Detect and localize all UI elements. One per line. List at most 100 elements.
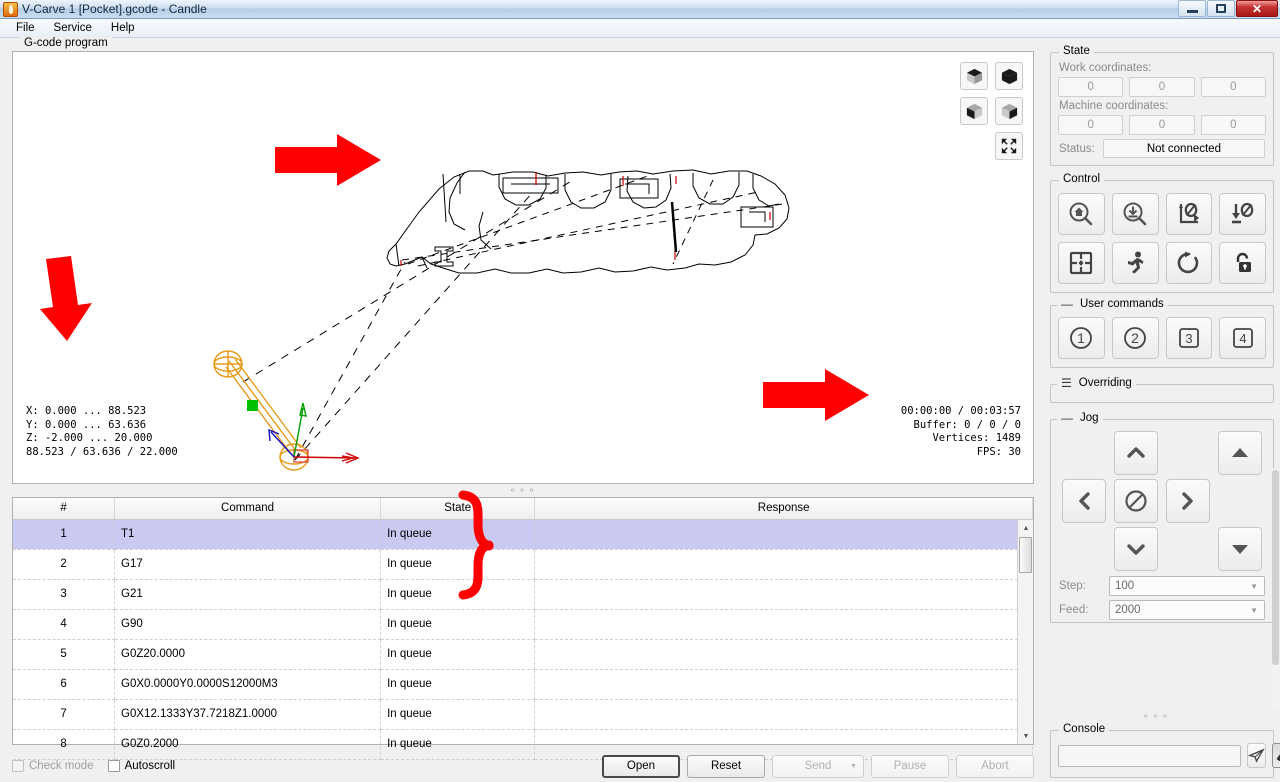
home-button[interactable] (1058, 193, 1105, 235)
jog-stop-button[interactable] (1114, 479, 1158, 523)
console-row (1051, 731, 1280, 777)
sidebar-scrollbar[interactable] (1272, 468, 1279, 713)
machine-z-field[interactable]: 0 (1200, 115, 1266, 135)
scrollbar-thumb[interactable] (1272, 470, 1279, 665)
cube-top-icon (966, 68, 982, 84)
action-buttons: Open Reset Send ▼ Pause Abort (602, 754, 1034, 778)
scrollbar-thumb[interactable] (1019, 537, 1032, 573)
column-header-response[interactable]: Response (534, 498, 1033, 520)
send-button[interactable]: Send ▼ (772, 754, 864, 778)
control-group: Control (1050, 173, 1274, 293)
collapse-icon[interactable]: — (1061, 298, 1073, 310)
reset-button-control[interactable] (1165, 242, 1213, 284)
abort-button[interactable]: Abort (956, 754, 1034, 778)
table-row[interactable]: 3 G21 In queue (13, 579, 1033, 610)
table-row[interactable]: 2 G17 In queue (13, 549, 1033, 580)
cell-state: In queue (380, 549, 536, 580)
svg-text:2: 2 (1131, 330, 1139, 346)
jog-x-minus-button[interactable] (1062, 479, 1106, 523)
zero-xy-button[interactable] (1165, 193, 1213, 235)
sidebar-splitter[interactable]: ⚬⚬⚬ (1142, 711, 1171, 722)
pause-button[interactable]: Pause (871, 754, 949, 778)
step-select[interactable]: 100 ▼ (1109, 576, 1265, 596)
minimize-button[interactable] (1178, 0, 1206, 17)
menu-file[interactable]: File (8, 20, 43, 36)
scroll-up-icon[interactable]: ▲ (1018, 520, 1034, 536)
jog-y-minus-button[interactable] (1114, 527, 1158, 571)
machine-x-field[interactable]: 0 (1058, 115, 1124, 135)
run-button[interactable] (1111, 242, 1159, 284)
feed-value: 2000 (1115, 604, 1141, 616)
probe-button[interactable] (1111, 193, 1159, 235)
close-button[interactable]: ✕ (1236, 0, 1278, 17)
unlock-button[interactable] (1219, 242, 1266, 284)
menu-help[interactable]: Help (103, 20, 143, 36)
table-row[interactable]: 4 G90 In queue (13, 609, 1033, 640)
state-group-title: State (1059, 45, 1094, 57)
jog-z-plus-button[interactable] (1218, 431, 1262, 475)
zero-z-button[interactable] (1219, 193, 1266, 235)
cell-index: 7 (13, 699, 116, 730)
table-scrollbar[interactable]: ▲ ▼ (1017, 520, 1033, 744)
feed-select[interactable]: 2000 ▼ (1109, 600, 1265, 620)
chevron-down-icon: ▼ (1250, 605, 1258, 615)
user-command-1-button[interactable]: 1 (1058, 317, 1105, 359)
jog-group: — Jog Step: 100 ▼ Feed: 2000 ▼ (1050, 412, 1274, 623)
overriding-title: Overriding (1078, 377, 1132, 389)
menu-service[interactable]: Service (46, 20, 100, 36)
home-search-icon (1069, 202, 1093, 226)
work-x-field[interactable]: 0 (1058, 77, 1124, 97)
open-button[interactable]: Open (602, 754, 680, 778)
user-commands-header[interactable]: — User commands (1057, 298, 1168, 310)
viewport-table-splitter[interactable]: ⚬⚬⚬ (12, 485, 1034, 496)
table-row[interactable]: 5 G0Z20.0000 In queue (13, 639, 1033, 670)
table-row[interactable]: 6 G0X0.0000Y0.0000S12000M3 In queue (13, 669, 1033, 700)
table-row[interactable]: 1 T1 In queue (13, 519, 1033, 550)
left-view-button[interactable] (960, 97, 988, 125)
cell-response (534, 699, 1033, 730)
feed-row: Feed: 2000 ▼ (1051, 596, 1273, 622)
xy-zero-icon (1178, 202, 1199, 224)
front-view-button[interactable] (995, 62, 1023, 90)
refresh-icon (1177, 251, 1199, 274)
user-command-4-button[interactable]: 4 (1219, 317, 1266, 359)
jog-y-plus-button[interactable] (1114, 431, 1158, 475)
column-header-state[interactable]: State (380, 498, 536, 520)
overriding-header[interactable]: ☰ Overriding (1057, 377, 1136, 389)
autoscroll-checkbox[interactable]: Autoscroll (107, 760, 175, 772)
column-header-command[interactable]: Command (114, 498, 382, 520)
column-header-index[interactable]: # (13, 498, 116, 520)
user-commands-group: — User commands 1 2 3 4 (1050, 298, 1274, 368)
cell-response (534, 579, 1033, 610)
maximize-button[interactable] (1207, 0, 1235, 17)
console-group-title: Console (1059, 723, 1110, 735)
jog-z-minus-button[interactable] (1218, 527, 1262, 571)
collapse-icon[interactable]: — (1061, 412, 1073, 424)
check-mode-checkbox[interactable]: Check mode (12, 760, 94, 772)
jog-x-plus-button[interactable] (1166, 479, 1210, 523)
no-entry-icon (1125, 490, 1147, 512)
state-group: State Work coordinates: 0 0 0 Machine co… (1050, 45, 1274, 166)
user-command-2-button[interactable]: 2 (1111, 317, 1159, 359)
jog-header[interactable]: — Jog (1057, 412, 1103, 424)
table-row[interactable]: 7 G0X12.1333Y37.7218Z1.0000 In queue (13, 699, 1033, 730)
maximize-icon (1216, 4, 1226, 13)
top-view-button[interactable] (995, 97, 1023, 125)
send-label: Send (804, 760, 832, 772)
checkbox-icon (107, 760, 120, 772)
chevron-down-icon: ▼ (850, 762, 857, 770)
work-y-field[interactable]: 0 (1129, 77, 1195, 97)
3d-viewport[interactable]: X: 0.000 ... 88.523 Y: 0.000 ... 63.636 … (12, 51, 1034, 484)
fit-view-button[interactable] (995, 132, 1023, 160)
isometric-view-button[interactable] (960, 62, 988, 90)
machine-coordinates-row: 0 0 0 (1051, 115, 1273, 135)
checkbox-icon (12, 760, 24, 772)
hamburger-icon[interactable]: ☰ (1061, 377, 1072, 389)
machine-y-field[interactable]: 0 (1129, 115, 1195, 135)
work-z-field[interactable]: 0 (1200, 77, 1266, 97)
safe-position-button[interactable] (1058, 242, 1105, 284)
user-command-3-button[interactable]: 3 (1165, 317, 1213, 359)
cell-response (534, 519, 1033, 550)
scroll-down-icon[interactable]: ▼ (1018, 728, 1034, 744)
reset-button[interactable]: Reset (687, 754, 765, 778)
